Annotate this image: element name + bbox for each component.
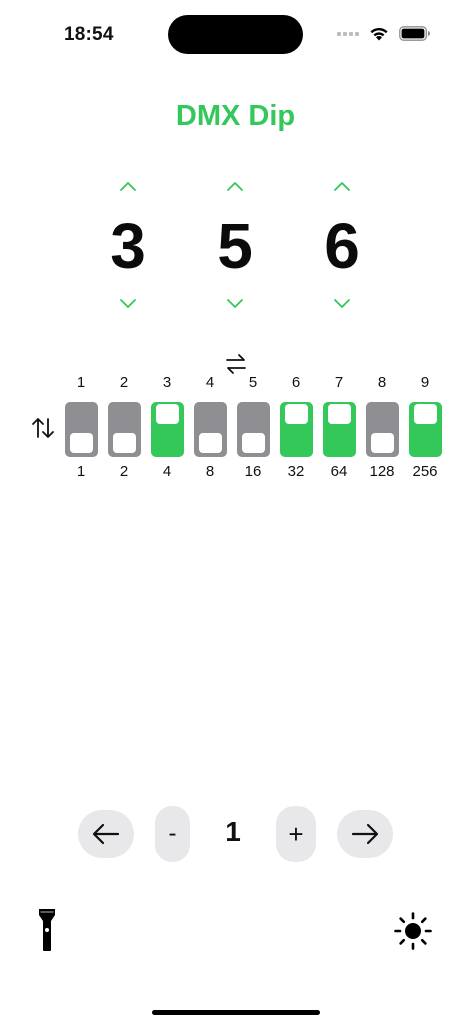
wifi-icon	[370, 27, 388, 41]
dip-switch-6: 6 32	[279, 374, 313, 484]
dip-switch-2: 2 2	[107, 374, 141, 484]
status-icons	[337, 26, 431, 41]
dynamic-island	[168, 15, 303, 54]
app-title: DMX Dip	[175, 100, 296, 132]
digit-value: 3	[110, 210, 146, 282]
chevron-up-icon[interactable]	[118, 180, 138, 192]
dip-knob	[328, 404, 351, 424]
flashlight-icon	[39, 909, 55, 951]
dip-toggle[interactable]	[366, 402, 399, 457]
status-time: 18:54	[64, 24, 114, 45]
dip-knob	[285, 404, 308, 424]
dip-switch-7: 7 64	[322, 374, 356, 484]
flashlight-button[interactable]	[32, 906, 62, 954]
sun-icon	[394, 912, 432, 950]
chevron-down-icon[interactable]	[332, 298, 352, 310]
dip-knob	[242, 433, 265, 453]
arrow-right-icon	[351, 823, 379, 845]
arrow-left-icon	[92, 823, 120, 845]
digit-ones: 6	[302, 176, 382, 316]
dip-switch-9: 9 256	[408, 374, 442, 484]
digit-tens: 5	[195, 176, 275, 316]
dip-toggle[interactable]	[409, 402, 442, 457]
chevron-down-icon[interactable]	[225, 298, 245, 310]
dip-switch-3: 3 4	[150, 374, 184, 484]
dip-toggle[interactable]	[237, 402, 270, 457]
dip-toggle[interactable]	[108, 402, 141, 457]
digit-value: 6	[324, 210, 360, 282]
next-button[interactable]	[337, 810, 393, 858]
dip-toggle[interactable]	[151, 402, 184, 457]
dip-switch-8: 8 128	[365, 374, 399, 484]
dip-knob	[70, 433, 93, 453]
decrement-button[interactable]: -	[155, 806, 190, 862]
arrow-up-down-icon[interactable]	[30, 416, 56, 440]
dip-switch-row: 1 1 2 2 3 4 4 8 5 16 6 32 7 64 8 128 9 2…	[64, 374, 444, 484]
battery-icon	[399, 26, 430, 41]
dip-knob	[113, 433, 136, 453]
increment-button[interactable]: +	[276, 806, 316, 862]
brightness-button[interactable]	[392, 910, 434, 952]
dip-knob	[156, 404, 179, 424]
arrow-left-right-icon[interactable]	[224, 352, 248, 376]
chevron-down-icon[interactable]	[118, 298, 138, 310]
cellular-signal-icon	[337, 31, 359, 36]
dip-position-label: 9	[420, 374, 430, 391]
dip-knob	[414, 404, 437, 424]
chevron-up-icon[interactable]	[225, 180, 245, 192]
chevron-up-icon[interactable]	[332, 180, 352, 192]
dip-toggle[interactable]	[65, 402, 98, 457]
digit-value: 5	[217, 210, 253, 282]
home-indicator[interactable]	[152, 1010, 320, 1015]
dip-toggle[interactable]	[323, 402, 356, 457]
dip-switch-4: 4 8	[193, 374, 227, 484]
dip-knob	[199, 433, 222, 453]
dip-toggle[interactable]	[280, 402, 313, 457]
page-number: 1	[225, 816, 241, 847]
previous-button[interactable]	[78, 810, 134, 858]
dip-switch-5: 5 16	[236, 374, 270, 484]
dip-knob	[371, 433, 394, 453]
dip-toggle[interactable]	[194, 402, 227, 457]
digit-hundreds: 3	[88, 176, 168, 316]
dip-weight-label: 256	[412, 463, 438, 480]
dip-switch-1: 1 1	[64, 374, 98, 484]
